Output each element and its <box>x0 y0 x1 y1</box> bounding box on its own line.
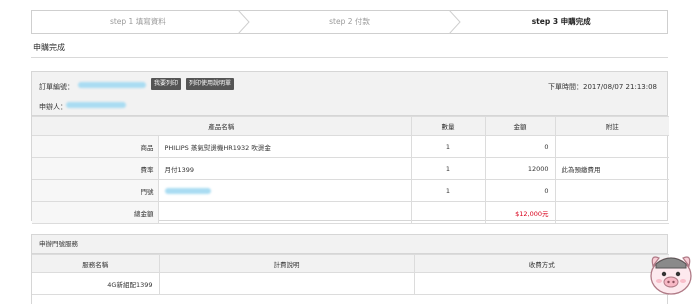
col-amount: 金額 <box>484 116 556 136</box>
total-label: 總金額 <box>32 201 159 224</box>
total-row: 總金額 $12,000元 <box>32 201 669 224</box>
col-method: 收費方式 <box>413 254 669 273</box>
step-2: step 2 付款 <box>244 10 462 34</box>
step-1-label: step 1 填寫資料 <box>109 17 166 26</box>
plan-header-row: 服務名稱 計費說明 收費方式 <box>32 254 669 273</box>
total-value: $12,000元 <box>484 201 556 224</box>
items-table: 產品名稱 數量 金額 附註 商品 PHILIPS 蒸氣熨燙機HR1932 吹燙金… <box>32 116 669 224</box>
col-service-name: 服務名稱 <box>32 254 160 273</box>
row-qty: 1 <box>410 179 486 202</box>
plan-title: 申辦門號服務 <box>32 235 667 254</box>
col-product-name: 產品名稱 <box>32 116 412 136</box>
row-key: 門號 <box>32 179 159 202</box>
step-3-current: step 3 申購完成 <box>455 11 667 33</box>
table-row: 費率 月付1399 1 12000 此為預繳費用 <box>32 157 669 180</box>
applicant-redacted <box>66 102 126 108</box>
step-separator-icon <box>237 10 250 34</box>
plan-section: 申辦門號服務 服務名稱 計費說明 收費方式 4G新組配1399 <box>31 234 669 304</box>
table-row: 4G新組配1399 <box>32 272 669 295</box>
order-number-redacted <box>78 82 146 88</box>
step-separator-icon <box>449 10 462 34</box>
row-name: 月付1399 <box>157 157 412 180</box>
row-amount: 0 <box>484 179 556 202</box>
checkout-steps: step 1 填寫資料 step 2 付款 step 3 申購完成 <box>31 10 668 34</box>
plan-name: 4G新組配1399 <box>32 272 160 295</box>
plan-table: 服務名稱 計費說明 收費方式 4G新組配1399 <box>32 254 669 295</box>
order-time: 下單時間：2017/08/07 21:13:08 <box>547 83 657 91</box>
order-number-label: 訂單編號： <box>39 83 74 91</box>
row-qty: 1 <box>410 157 486 180</box>
table-row: 門號 1 0 <box>32 179 669 202</box>
plan-method <box>413 272 669 295</box>
order-header: 訂單編號： 我要列印 列印使用說明單 下單時間：2017/08/07 21:13… <box>32 72 667 116</box>
step-3-label: step 3 申購完成 <box>531 17 591 26</box>
plan-billing <box>158 272 415 295</box>
print-usage-button[interactable]: 列印使用說明單 <box>186 78 235 90</box>
print-button[interactable]: 我要列印 <box>151 78 182 90</box>
row-note: 此為預繳費用 <box>554 157 669 180</box>
col-qty: 數量 <box>410 116 486 136</box>
title-divider <box>31 57 668 58</box>
row-name: PHILIPS 蒸氣熨燙機HR1932 吹燙金 <box>157 135 412 158</box>
row-key: 費率 <box>32 157 159 180</box>
row-note <box>554 135 669 158</box>
step-1: step 1 填寫資料 <box>32 10 250 34</box>
row-key: 商品 <box>32 135 159 158</box>
row-amount: 12000 <box>484 157 556 180</box>
table-row: 商品 PHILIPS 蒸氣熨燙機HR1932 吹燙金 1 0 <box>32 135 669 158</box>
pig-mascot-icon <box>650 256 692 295</box>
page-title: 申購完成 <box>33 43 65 52</box>
row-note <box>554 179 669 202</box>
phone-number-redacted <box>164 187 211 194</box>
step-2-label: step 2 付款 <box>329 17 370 26</box>
order-summary: 訂單編號： 我要列印 列印使用說明單 下單時間：2017/08/07 21:13… <box>31 71 669 224</box>
items-header-row: 產品名稱 數量 金額 附註 <box>32 116 669 136</box>
row-qty: 1 <box>410 135 486 158</box>
col-billing: 計費說明 <box>158 254 415 273</box>
col-note: 附註 <box>554 116 669 136</box>
row-amount: 0 <box>484 135 556 158</box>
row-name-redacted <box>157 179 412 202</box>
applicant-label: 申辦人： <box>39 103 67 111</box>
